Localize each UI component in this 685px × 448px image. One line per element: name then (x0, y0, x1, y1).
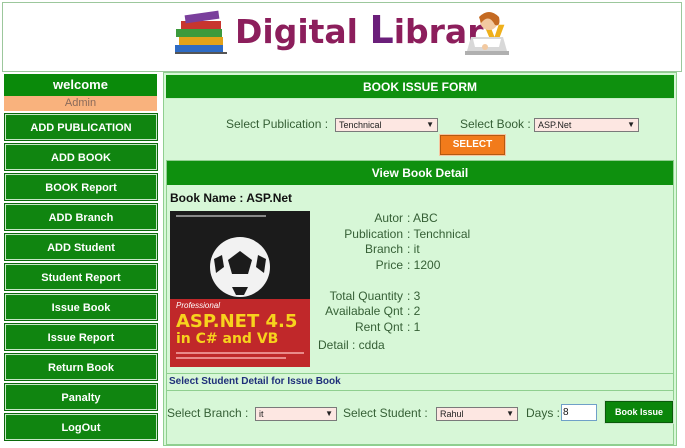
student-label: Select Student : (343, 406, 428, 420)
select-button[interactable]: SELECT (439, 134, 506, 156)
sidebar-item-issue-report[interactable]: Issue Report (4, 323, 158, 351)
publication-label: Select Publication : (226, 117, 329, 131)
detail-key-publication: Publication (344, 227, 403, 241)
header-banner: Digital Library (2, 2, 682, 72)
branch-select-value: it (259, 409, 264, 419)
chevron-down-icon: ▼ (426, 120, 434, 129)
sidebar-item-add-book[interactable]: ADD BOOK (4, 143, 158, 171)
detail-value-total-quantity: : 3 (407, 289, 421, 303)
detail-value-price: : 1200 (407, 258, 441, 272)
book-select-value: ASP.Net (538, 120, 572, 130)
cover-line-title: ASP.NET 4.5 (176, 311, 298, 332)
book-detail-panel: View Book Detail Book Name : ASP.Net Pro… (166, 160, 674, 445)
chevron-down-icon: ▼ (627, 120, 635, 129)
detail-value-branch: : it (407, 242, 420, 256)
detail-value-autor: : ABC (407, 211, 438, 225)
detail-value-rent-qnt: : 1 (407, 320, 421, 334)
days-input[interactable]: 8 (561, 404, 597, 421)
branch-label: Select Branch : (167, 406, 249, 420)
book-name: Book Name : ASP.Net (170, 191, 293, 205)
sidebar-item-add-student[interactable]: ADD Student (4, 233, 158, 261)
detail-description: Detail : cdda (318, 338, 385, 352)
sidebar-item-issue-book[interactable]: Issue Book (4, 293, 158, 321)
book-issue-button[interactable]: Book Issue (604, 400, 674, 424)
book-label: Select Book : (460, 117, 531, 131)
cover-line-professional: Professional (176, 301, 221, 310)
chevron-down-icon: ▼ (506, 409, 514, 418)
detail-key-available-qnt: Availabale Qnt (325, 304, 403, 318)
book-select[interactable]: ASP.Net ▼ (534, 118, 639, 132)
reading-girl-icon (465, 12, 509, 55)
sidebar-item-logout[interactable]: LogOut (4, 413, 158, 441)
branch-select[interactable]: it ▼ (255, 407, 337, 421)
sidebar-item-add-branch[interactable]: ADD Branch (4, 203, 158, 231)
welcome-title: welcome (4, 74, 157, 96)
publication-select-value: Tenchnical (339, 120, 382, 130)
user-role-label: Admin (4, 96, 157, 111)
books-stack-icon (175, 10, 227, 54)
soccer-ball-icon (210, 237, 270, 297)
detail-title: View Book Detail (167, 161, 673, 185)
detail-key-price: Price (375, 258, 403, 272)
logo-word-digital: Digital (235, 12, 358, 51)
student-select[interactable]: Rahul ▼ (436, 407, 518, 421)
form-title: BOOK ISSUE FORM (166, 75, 674, 99)
book-cover-image: Professional ASP.NET 4.5 in C# and VB (170, 211, 310, 367)
sidebar: welcome Admin ADD PUBLICATION ADD BOOK B… (2, 72, 159, 444)
student-select-value: Rahul (440, 409, 464, 419)
detail-key-branch: Branch (364, 242, 403, 256)
sidebar-item-book-report[interactable]: BOOK Report (4, 173, 158, 201)
detail-key-autor: Autor (374, 211, 403, 225)
sidebar-item-panalty[interactable]: Panalty (4, 383, 158, 411)
publication-select[interactable]: Tenchnical ▼ (335, 118, 438, 132)
cover-line-subtitle: in C# and VB (176, 331, 279, 347)
logo-letter-l: L (369, 8, 394, 52)
detail-key-rent-qnt: Rent Qnt (354, 320, 403, 334)
digital-library-logo: Digital Library (173, 7, 513, 61)
detail-value-available-qnt: : 2 (407, 304, 421, 318)
chevron-down-icon: ▼ (325, 409, 333, 418)
book-issue-panel: BOOK ISSUE FORM Select Publication : Ten… (163, 72, 677, 446)
sidebar-item-student-report[interactable]: Student Report (4, 263, 158, 291)
days-label: Days : (526, 406, 561, 420)
detail-key-total-quantity: Total Quantity (329, 289, 403, 303)
student-section-heading: Select Student Detail for Issue Book (167, 373, 673, 391)
sidebar-item-return-book[interactable]: Return Book (4, 353, 158, 381)
detail-value-publication: : Tenchnical (407, 227, 471, 241)
sidebar-item-add-publication[interactable]: ADD PUBLICATION (4, 113, 158, 141)
